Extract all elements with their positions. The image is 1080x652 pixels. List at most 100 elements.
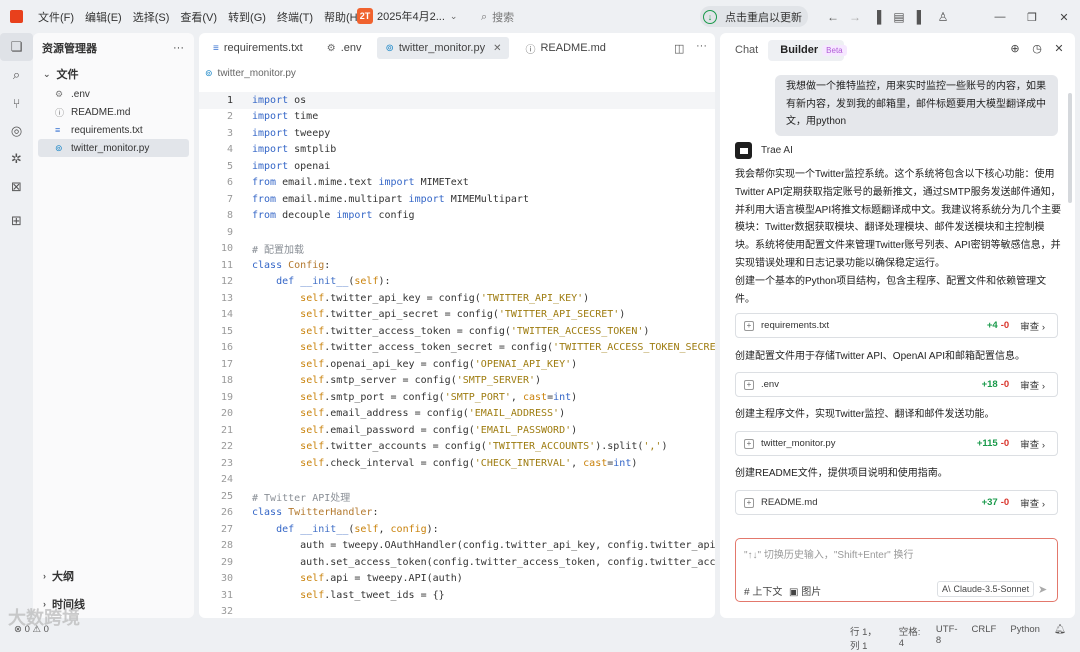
code-line[interactable]: 18 self.smtp_server = config('SMTP_SERVE… bbox=[199, 373, 715, 390]
extensions-icon[interactable]: ⊞ bbox=[0, 207, 33, 235]
file-change-card[interactable]: + twitter_monitor.py +115 -0 审查 › bbox=[735, 431, 1058, 456]
restart-update-button[interactable]: ↓ 点击重启以更新 bbox=[700, 6, 808, 27]
code-line[interactable]: 16 self.twitter_access_token_secret = co… bbox=[199, 340, 715, 357]
code-line[interactable]: 22 self.twitter_accounts = config('TWITT… bbox=[199, 439, 715, 456]
close-icon[interactable]: ✕ bbox=[1048, 42, 1070, 55]
panel-scrollbar[interactable] bbox=[1068, 93, 1072, 203]
language-mode[interactable]: Python bbox=[1010, 624, 1040, 652]
file-item-readme[interactable]: ⓘ README.md bbox=[33, 103, 194, 121]
toggle-sidebar-icon[interactable]: ▐ bbox=[866, 7, 888, 27]
file-item-env[interactable]: ⚙ .env bbox=[33, 85, 194, 103]
cursor-position[interactable]: 行 1，列 1 bbox=[850, 624, 885, 652]
tab-chat[interactable]: Chat bbox=[735, 44, 758, 56]
code-line[interactable]: 8 from decouple import config bbox=[199, 208, 715, 225]
code-line[interactable]: 19 self.smtp_port = config('SMTP_PORT', … bbox=[199, 389, 715, 406]
files-section[interactable]: ⌄ 文件 bbox=[33, 63, 194, 85]
remote-icon[interactable]: ⊠ bbox=[0, 173, 33, 201]
account-icon[interactable]: ♙ bbox=[932, 7, 954, 27]
minimize-icon[interactable]: — bbox=[984, 7, 1016, 27]
code-line[interactable]: 15 self.twitter_access_token = config('T… bbox=[199, 323, 715, 340]
review-button[interactable]: 审查 › bbox=[1020, 437, 1045, 451]
more-icon[interactable]: ··· bbox=[696, 40, 707, 52]
project-switcher[interactable]: 2T 2025年4月2... ⌄ bbox=[357, 8, 457, 24]
run-icon[interactable]: ◎ bbox=[0, 117, 33, 145]
search-box[interactable]: ⌕ 搜索 bbox=[481, 9, 514, 25]
tab-env[interactable]: ⚙ .env bbox=[319, 37, 370, 59]
file-item-twitter-monitor[interactable]: ⊚ twitter_monitor.py bbox=[38, 139, 189, 157]
close-tab-icon[interactable]: ✕ bbox=[493, 43, 501, 54]
toggle-aux-icon[interactable]: ▌ bbox=[910, 7, 932, 27]
code-line[interactable]: 10 # 配置加载 bbox=[199, 241, 715, 258]
code-line[interactable]: 11 class Config: bbox=[199, 257, 715, 274]
encoding[interactable]: UTF-8 bbox=[936, 624, 958, 652]
outline-section[interactable]: › 大纲 bbox=[33, 565, 194, 587]
tab-requirements[interactable]: ≡ requirements.txt bbox=[205, 37, 311, 59]
back-icon[interactable]: ← bbox=[822, 7, 844, 27]
breadcrumb-file[interactable]: twitter_monitor.py bbox=[218, 68, 296, 79]
code-line[interactable]: 9 bbox=[199, 224, 715, 241]
code-line[interactable]: 3 import tweepy bbox=[199, 125, 715, 142]
code-line[interactable]: 32 bbox=[199, 604, 715, 619]
code-line[interactable]: 21 self.email_password = config('EMAIL_P… bbox=[199, 422, 715, 439]
code-line[interactable]: 14 self.twitter_api_secret = config('TWI… bbox=[199, 307, 715, 324]
code-line[interactable]: 2 import time bbox=[199, 109, 715, 126]
code-line[interactable]: 12 def __init__(self): bbox=[199, 274, 715, 291]
tab-twitter-monitor[interactable]: ⊚ twitter_monitor.py ✕ bbox=[377, 37, 510, 59]
code-line[interactable]: 20 self.email_address = config('EMAIL_AD… bbox=[199, 406, 715, 423]
gear-icon: ⚙ bbox=[326, 42, 336, 54]
code-line[interactable]: 25 # Twitter API处理 bbox=[199, 488, 715, 505]
code-line[interactable]: 1 import os bbox=[199, 92, 715, 109]
menu-terminal[interactable]: 终端(T) bbox=[277, 9, 313, 25]
tab-readme[interactable]: ⓘ README.md bbox=[517, 37, 613, 59]
menu-goto[interactable]: 转到(G) bbox=[228, 9, 266, 25]
code-line[interactable]: 13 self.twitter_api_key = config('TWITTE… bbox=[199, 290, 715, 307]
menu-edit[interactable]: 编辑(E) bbox=[85, 9, 122, 25]
code-line[interactable]: 17 self.openai_api_key = config('OPENAI_… bbox=[199, 356, 715, 373]
split-editor-icon[interactable]: ◫ bbox=[674, 42, 684, 55]
review-button[interactable]: 审查 › bbox=[1020, 496, 1045, 510]
file-item-requirements[interactable]: ≡ requirements.txt bbox=[33, 121, 194, 139]
menu-help[interactable]: 帮助(H) bbox=[324, 9, 361, 25]
send-icon[interactable]: ➤ bbox=[1038, 583, 1047, 596]
menu-view[interactable]: 查看(V) bbox=[180, 9, 217, 25]
source-control-icon[interactable]: ⑂ bbox=[0, 89, 33, 117]
search-activity-icon[interactable]: ⌕ bbox=[0, 61, 33, 89]
indentation[interactable]: 空格: 4 bbox=[899, 624, 922, 652]
forward-icon[interactable]: → bbox=[844, 7, 866, 27]
menu-file[interactable]: 文件(F) bbox=[38, 9, 74, 25]
review-button[interactable]: 审查 › bbox=[1020, 378, 1045, 392]
code-line[interactable]: 30 self.api = tweepy.API(auth) bbox=[199, 571, 715, 588]
code-line[interactable]: 29 auth.set_access_token(config.twitter_… bbox=[199, 554, 715, 571]
code-line[interactable]: 28 auth = tweepy.OAuthHandler(config.twi… bbox=[199, 538, 715, 555]
toggle-panel-icon[interactable]: ▤ bbox=[888, 7, 910, 27]
code-line[interactable]: 6 from email.mime.text import MIMEText bbox=[199, 175, 715, 192]
file-change-card[interactable]: + .env +18 -0 审查 › bbox=[735, 372, 1058, 397]
menu-select[interactable]: 选择(S) bbox=[133, 9, 170, 25]
close-icon[interactable]: ✕ bbox=[1048, 7, 1080, 27]
code-line[interactable]: 7 from email.mime.multipart import MIMEMu… bbox=[199, 191, 715, 208]
debug-icon[interactable]: ✲ bbox=[0, 145, 33, 173]
file-change-card[interactable]: + requirements.txt +4 -0 审查 › bbox=[735, 313, 1058, 338]
chat-input[interactable]: "↑↓" 切换历史输入，"Shift+Enter" 换行 # 上下文 ▣ 图片 … bbox=[735, 538, 1058, 602]
notifications-icon[interactable]: 🔔︎ bbox=[1054, 624, 1066, 652]
model-selector[interactable]: A\ Claude-3.5-Sonnet bbox=[937, 581, 1035, 597]
code-line[interactable]: 24 bbox=[199, 472, 715, 489]
image-button[interactable]: ▣ 图片 bbox=[789, 583, 821, 598]
code-line[interactable]: 4 import smtplib bbox=[199, 142, 715, 159]
code-line[interactable]: 31 self.last_tweet_ids = {} bbox=[199, 587, 715, 604]
code-line[interactable]: 26 class TwitterHandler: bbox=[199, 505, 715, 522]
more-icon[interactable]: ··· bbox=[173, 42, 184, 54]
code-line[interactable]: 5 import openai bbox=[199, 158, 715, 175]
history-icon[interactable]: ◷ bbox=[1026, 42, 1048, 55]
code-line[interactable]: 27 def __init__(self, config): bbox=[199, 521, 715, 538]
code-editor[interactable]: 1 import os 2 import time 3 import tweepy 4 imp… bbox=[199, 92, 715, 618]
context-button[interactable]: # 上下文 bbox=[744, 583, 782, 598]
file-change-card[interactable]: + README.md +37 -0 审查 › bbox=[735, 490, 1058, 515]
line-ending[interactable]: CRLF bbox=[972, 624, 997, 652]
review-button[interactable]: 审查 › bbox=[1020, 319, 1045, 333]
code-line[interactable]: 23 self.check_interval = config('CHECK_I… bbox=[199, 455, 715, 472]
maximize-icon[interactable]: ❐ bbox=[1016, 7, 1048, 27]
new-chat-icon[interactable]: ⊕ bbox=[1004, 42, 1026, 55]
tab-builder[interactable]: Builder bbox=[780, 44, 818, 56]
explorer-icon[interactable]: ❏ bbox=[0, 33, 33, 61]
